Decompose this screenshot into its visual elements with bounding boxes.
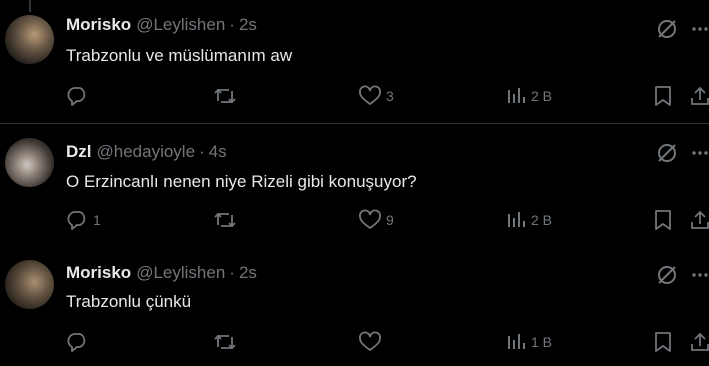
avatar[interactable] xyxy=(5,15,54,64)
like-icon xyxy=(359,85,381,106)
bookmark-icon xyxy=(654,332,672,352)
more-icon[interactable] xyxy=(690,142,709,164)
tweet-text: Trabzonlu çünkü xyxy=(66,292,192,311)
tweet-header: Morisko @Leylishen · 2s xyxy=(66,262,257,284)
bookmark-button[interactable] xyxy=(654,210,672,230)
retweet-icon xyxy=(214,86,236,106)
like-button[interactable]: 9 xyxy=(359,209,394,230)
reply-count: 1 xyxy=(93,212,101,228)
avatar[interactable] xyxy=(5,260,54,309)
display-name[interactable]: Morisko xyxy=(66,15,131,35)
avatar[interactable] xyxy=(5,138,54,187)
like-count: 3 xyxy=(386,88,394,104)
reply-button[interactable] xyxy=(66,332,93,352)
views-icon xyxy=(506,210,526,230)
reply-icon xyxy=(66,210,88,230)
like-icon xyxy=(359,331,381,352)
views-button[interactable]: 2 B xyxy=(506,86,552,106)
separator-dot: · xyxy=(229,263,235,282)
separator-dot: · xyxy=(199,142,205,161)
grok-icon[interactable] xyxy=(656,264,678,286)
bookmark-icon xyxy=(654,86,672,106)
reply-button[interactable]: 1 xyxy=(66,210,101,230)
like-count: 9 xyxy=(386,212,394,228)
tweet-text: O Erzincanlı nenen niye Rizeli gibi konu… xyxy=(66,172,417,191)
views-button[interactable]: 1 B xyxy=(506,332,552,352)
share-button[interactable] xyxy=(690,210,709,230)
views-count: 2 B xyxy=(531,212,553,228)
user-handle[interactable]: @Leylishen xyxy=(136,15,225,35)
tweet-header: Dzl @hedayioyle · 4s xyxy=(66,141,227,163)
views-icon xyxy=(506,332,526,352)
more-icon[interactable] xyxy=(690,18,709,40)
bookmark-icon xyxy=(654,210,672,230)
share-button[interactable] xyxy=(690,332,709,352)
retweet-button[interactable] xyxy=(214,86,241,106)
tweet-header: Morisko @Leylishen · 2s xyxy=(66,14,257,36)
tweet-text: Trabzonlu ve müslümanım aw xyxy=(66,46,293,65)
tweet-3[interactable]: Morisko @Leylishen · 2s Trabzonlu çünkü … xyxy=(0,246,709,366)
timestamp[interactable]: 4s xyxy=(209,142,227,162)
views-icon xyxy=(506,86,526,106)
reply-icon xyxy=(66,332,88,352)
share-button[interactable] xyxy=(690,86,709,106)
views-count: 2 B xyxy=(531,88,553,104)
share-icon xyxy=(690,210,709,230)
display-name[interactable]: Dzl xyxy=(66,142,92,162)
retweet-icon xyxy=(214,332,236,352)
retweet-button[interactable] xyxy=(214,210,241,230)
views-count: 1 B xyxy=(531,334,553,350)
display-name[interactable]: Morisko xyxy=(66,263,131,283)
bookmark-button[interactable] xyxy=(654,332,672,352)
like-icon xyxy=(359,209,381,230)
more-icon[interactable] xyxy=(690,264,709,286)
separator-dot: · xyxy=(229,15,235,34)
retweet-button[interactable] xyxy=(214,332,241,352)
tweet-1[interactable]: Morisko @Leylishen · 2s Trabzonlu ve müs… xyxy=(0,0,709,124)
share-icon xyxy=(690,332,709,352)
like-button[interactable] xyxy=(359,331,386,352)
user-handle[interactable]: @hedayioyle xyxy=(97,142,196,162)
views-button[interactable]: 2 B xyxy=(506,210,552,230)
bookmark-button[interactable] xyxy=(654,86,672,106)
share-icon xyxy=(690,86,709,106)
grok-icon[interactable] xyxy=(656,18,678,40)
tweet-2[interactable]: Dzl @hedayioyle · 4s O Erzincanlı nenen … xyxy=(0,124,709,244)
reply-icon xyxy=(66,86,88,106)
user-handle[interactable]: @Leylishen xyxy=(136,263,225,283)
grok-icon[interactable] xyxy=(656,142,678,164)
timestamp[interactable]: 2s xyxy=(239,263,257,283)
reply-button[interactable] xyxy=(66,86,93,106)
timestamp[interactable]: 2s xyxy=(239,15,257,35)
retweet-icon xyxy=(214,210,236,230)
like-button[interactable]: 3 xyxy=(359,85,394,106)
